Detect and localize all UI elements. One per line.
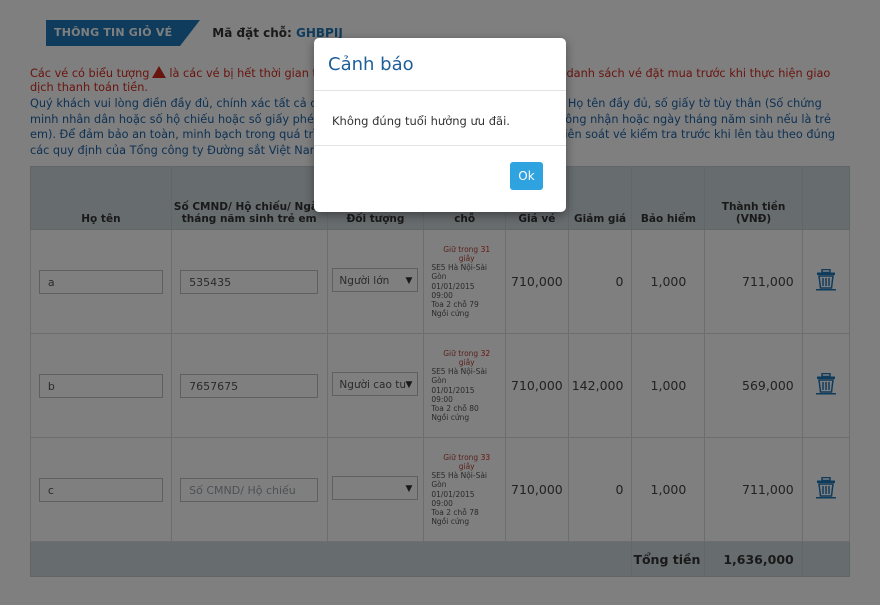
- alert-dialog: Cảnh báo Không đúng tuổi hưởng ưu đãi. O…: [314, 38, 566, 212]
- dialog-divider: [314, 145, 566, 146]
- ok-button[interactable]: Ok: [510, 162, 543, 190]
- dialog-message: Không đúng tuổi hưởng ưu đãi.: [332, 114, 510, 128]
- dialog-divider: [314, 90, 566, 91]
- dialog-title: Cảnh báo: [328, 54, 414, 75]
- page: THÔNG TIN GIỎ VÉ Mã đặt chỗ: GHBPIJ Các …: [0, 0, 880, 605]
